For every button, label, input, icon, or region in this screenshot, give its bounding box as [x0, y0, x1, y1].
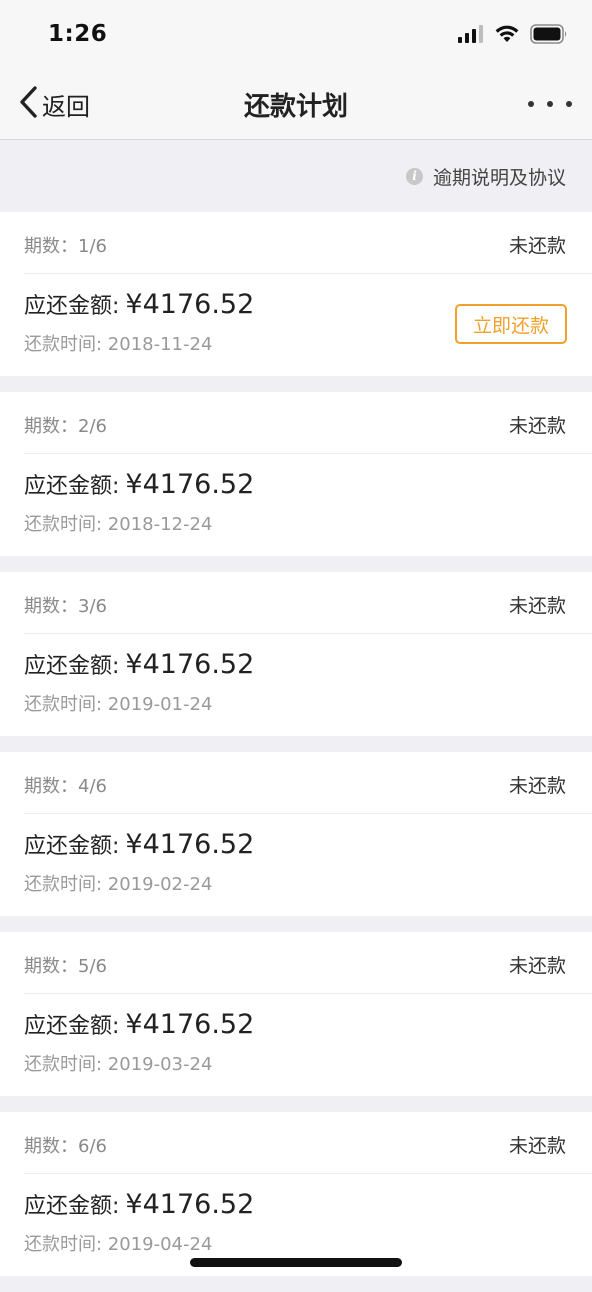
period-label: 期数：6/6	[24, 1136, 107, 1157]
amount-value: ¥4176.52	[125, 1189, 255, 1220]
amount-label: 应还金额:	[24, 294, 120, 319]
more-dots-icon	[566, 101, 572, 107]
amount-line: 应还金额: ¥4176.52	[24, 468, 254, 500]
status-icons	[458, 24, 568, 48]
plan-body: 应还金额: ¥4176.52 还款时间: 2019-02-24	[0, 814, 592, 916]
amount-label: 应还金额:	[24, 1194, 120, 1219]
amount-line: 应还金额: ¥4176.52	[24, 1188, 254, 1220]
status-label: 未还款	[508, 1135, 566, 1157]
due-date: 还款时间: 2019-04-24	[24, 1234, 213, 1255]
plan-card-2: 期数：2/6 未还款 应还金额: ¥4176.52 还款时间: 2018-12-…	[0, 392, 592, 556]
overdue-agreement-label: 逾期说明及协议	[432, 166, 566, 189]
amount-line: 应还金额: ¥4176.52	[24, 828, 254, 860]
due-date: 还款时间: 2018-11-24	[24, 334, 213, 355]
due-date: 还款时间: 2019-02-24	[24, 874, 213, 895]
plan-card-1: 期数：1/6 未还款 应还金额: ¥4176.52 还款时间: 2018-11-…	[0, 212, 592, 376]
amount-label: 应还金额:	[24, 654, 120, 679]
status-label: 未还款	[508, 595, 566, 617]
due-date: 还款时间: 2018-12-24	[24, 514, 213, 535]
status-label: 未还款	[508, 775, 566, 797]
more-dots-icon	[528, 101, 534, 107]
amount-label: 应还金额:	[24, 474, 120, 499]
plan-body: 应还金额: ¥4176.52 还款时间: 2019-01-24	[0, 634, 592, 736]
amount-line: 应还金额: ¥4176.52	[24, 648, 254, 680]
cellular-signal-icon	[458, 25, 484, 47]
status-time: 1:26	[48, 21, 108, 47]
period-label: 期数：4/6	[24, 776, 107, 797]
period-label: 期数：3/6	[24, 596, 107, 617]
amount-value: ¥4176.52	[125, 289, 255, 320]
plan-card-6: 期数：6/6 未还款 应还金额: ¥4176.52 还款时间: 2019-04-…	[0, 1112, 592, 1276]
amount-line: 应还金额: ¥4176.52	[24, 288, 254, 320]
page-title: 还款计划	[243, 92, 348, 122]
status-label: 未还款	[508, 955, 566, 977]
period-label: 期数：2/6	[24, 416, 107, 437]
plan-header: 期数：4/6 未还款	[24, 752, 592, 814]
plan-card-5: 期数：5/6 未还款 应还金额: ¥4176.52 还款时间: 2019-03-…	[0, 932, 592, 1096]
navigation-bar: 返回 还款计划	[0, 70, 592, 140]
battery-icon	[530, 24, 568, 48]
period-label: 期数：5/6	[24, 956, 107, 977]
pay-now-button[interactable]: 立即还款	[455, 304, 567, 344]
plan-header: 期数：6/6 未还款	[24, 1112, 592, 1174]
plan-header: 期数：2/6 未还款	[24, 392, 592, 454]
wifi-icon	[494, 24, 520, 48]
status-bar: 1:26	[0, 0, 592, 70]
plan-header: 期数：5/6 未还款	[24, 932, 592, 994]
period-label: 期数：1/6	[24, 236, 107, 257]
more-dots-icon	[547, 101, 553, 107]
plan-body: 应还金额: ¥4176.52 还款时间: 2018-11-24 立即还款	[0, 274, 592, 376]
status-label: 未还款	[508, 415, 566, 437]
due-date: 还款时间: 2019-01-24	[24, 694, 213, 715]
plan-body: 应还金额: ¥4176.52 还款时间: 2018-12-24	[0, 454, 592, 556]
amount-label: 应还金额:	[24, 1014, 120, 1039]
plan-card-4: 期数：4/6 未还款 应还金额: ¥4176.52 还款时间: 2019-02-…	[0, 752, 592, 916]
plan-body: 应还金额: ¥4176.52 还款时间: 2019-03-24	[0, 994, 592, 1096]
status-label: 未还款	[508, 235, 566, 257]
plan-header: 期数：3/6 未还款	[24, 572, 592, 634]
amount-line: 应还金额: ¥4176.52	[24, 1008, 254, 1040]
amount-value: ¥4176.52	[125, 829, 255, 860]
notice-bar: i 逾期说明及协议	[0, 140, 592, 212]
repayment-plan-list: 期数：1/6 未还款 应还金额: ¥4176.52 还款时间: 2018-11-…	[0, 212, 592, 1292]
overdue-agreement-link[interactable]: i 逾期说明及协议	[405, 163, 566, 190]
home-indicator[interactable]	[190, 1258, 402, 1267]
amount-label: 应还金额:	[24, 834, 120, 859]
amount-value: ¥4176.52	[125, 649, 255, 680]
due-date: 还款时间: 2019-03-24	[24, 1054, 213, 1075]
amount-value: ¥4176.52	[125, 469, 255, 500]
amount-value: ¥4176.52	[125, 1009, 255, 1040]
plan-header: 期数：1/6 未还款	[24, 212, 592, 274]
more-button[interactable]	[528, 90, 572, 118]
plan-card-3: 期数：3/6 未还款 应还金额: ¥4176.52 还款时间: 2019-01-…	[0, 572, 592, 736]
info-icon: i	[405, 167, 423, 185]
